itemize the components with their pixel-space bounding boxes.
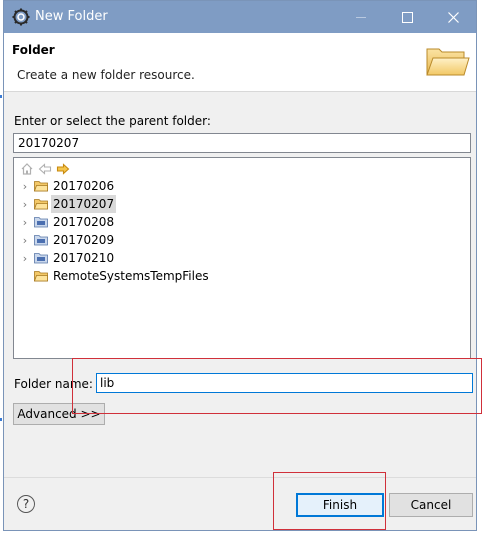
maximize-button[interactable] xyxy=(384,1,430,33)
java-project-icon xyxy=(34,253,48,264)
tree-item[interactable]: › 20170206 xyxy=(14,177,116,195)
new-folder-dialog: New Folder Folder Create a new folder re… xyxy=(3,0,477,531)
parent-folder-input[interactable] xyxy=(13,133,471,153)
wizard-title: Folder xyxy=(12,43,55,57)
minimize-button[interactable] xyxy=(338,1,384,33)
tree-item[interactable]: › 20170209 xyxy=(14,231,116,249)
tree-item[interactable]: › 20170210 xyxy=(14,249,116,267)
expand-chevron-icon[interactable]: › xyxy=(18,252,32,265)
folder-tree[interactable]: › 20170206 › 20170207 › 20170208 › 20170… xyxy=(13,157,471,359)
expand-chevron-icon[interactable]: › xyxy=(18,198,32,211)
folder-name-input[interactable] xyxy=(96,373,473,393)
tree-item-label: 20170209 xyxy=(53,233,115,247)
wizard-header: Folder Create a new folder resource. xyxy=(4,33,476,92)
eclipse-gear-icon xyxy=(12,8,30,26)
tree-item[interactable]: › 20170208 xyxy=(14,213,116,231)
background-edge-mark xyxy=(0,95,2,98)
background-edge-mark xyxy=(0,418,2,421)
java-project-icon xyxy=(34,217,48,228)
close-icon xyxy=(447,11,459,23)
tree-item-label: 20170206 xyxy=(53,179,115,193)
tree-item[interactable]: RemoteSystemsTempFiles xyxy=(14,267,211,285)
advanced-button[interactable]: Advanced >> xyxy=(13,403,105,425)
close-button[interactable] xyxy=(430,1,476,33)
forward-arrow-icon[interactable] xyxy=(56,162,70,176)
java-project-icon xyxy=(34,235,48,246)
tree-item-label: 20170210 xyxy=(53,251,115,265)
folder-name-label: Folder name: xyxy=(14,377,93,391)
tree-item-selected[interactable]: › 20170207 xyxy=(14,195,117,213)
help-icon[interactable]: ? xyxy=(17,495,35,513)
wizard-description: Create a new folder resource. xyxy=(17,68,195,82)
tree-toolbar xyxy=(20,162,70,176)
tree-item-label: RemoteSystemsTempFiles xyxy=(53,269,209,283)
window-title: New Folder xyxy=(35,9,108,24)
project-folder-icon xyxy=(34,199,48,210)
footer-divider xyxy=(4,477,476,478)
project-folder-icon xyxy=(34,181,48,192)
cancel-button[interactable]: Cancel xyxy=(389,493,473,517)
parent-folder-label: Enter or select the parent folder: xyxy=(14,114,211,128)
back-arrow-icon[interactable] xyxy=(38,162,52,176)
expand-chevron-icon[interactable]: › xyxy=(18,180,32,193)
tree-item-label: 20170208 xyxy=(53,215,115,229)
finish-button[interactable]: Finish xyxy=(296,493,384,517)
expand-chevron-icon[interactable]: › xyxy=(18,216,32,229)
expand-chevron-icon[interactable]: › xyxy=(18,234,32,247)
home-icon[interactable] xyxy=(20,162,34,176)
project-folder-icon xyxy=(34,271,48,282)
title-bar[interactable]: New Folder xyxy=(4,1,476,33)
maximize-icon xyxy=(401,11,413,23)
open-folder-icon xyxy=(426,48,470,76)
minimize-icon xyxy=(356,16,366,18)
tree-item-label: 20170207 xyxy=(51,195,117,213)
